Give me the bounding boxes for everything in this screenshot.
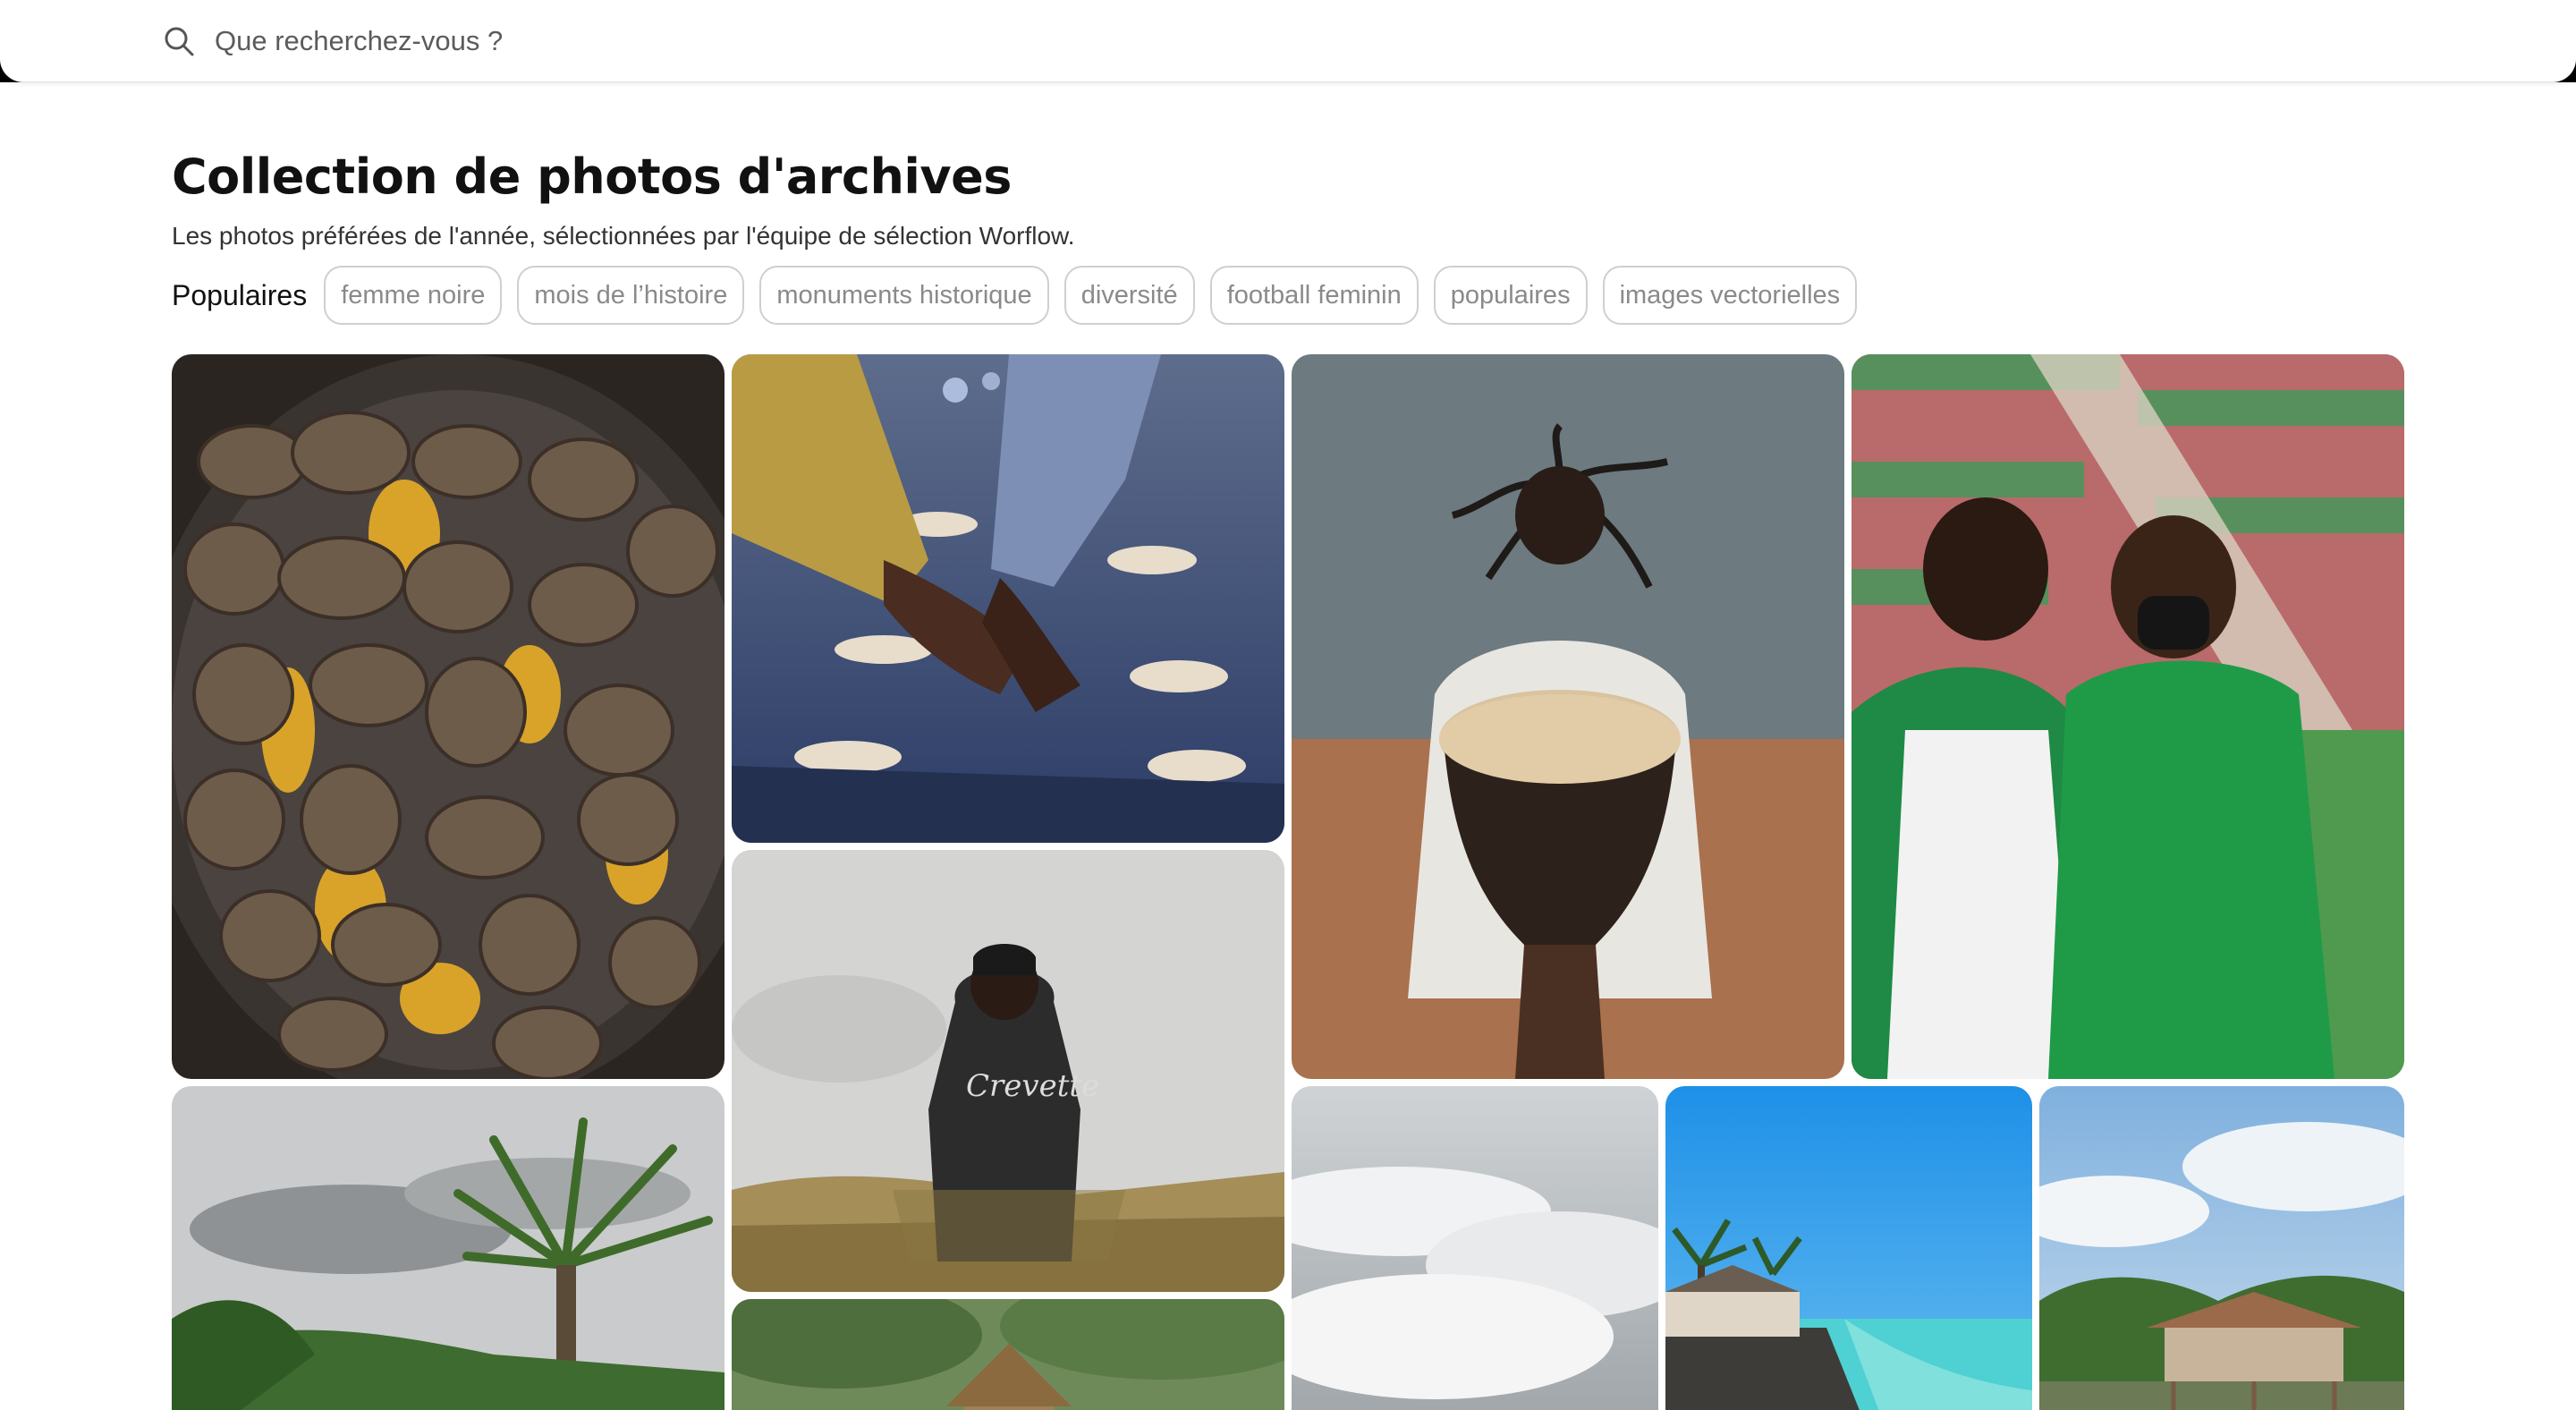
page-title: Collection de photos d'archives	[172, 149, 1012, 205]
hut-image	[732, 1299, 1284, 1410]
handshake-image	[732, 354, 1284, 843]
photo-clouds[interactable]	[1292, 1086, 1658, 1410]
search-icon[interactable]	[161, 23, 197, 59]
hoodie-print: Crevette	[966, 1068, 1099, 1104]
beach-image	[1665, 1086, 2032, 1410]
photo-man-in-fog[interactable]: Crevette	[732, 850, 1284, 1292]
djembe-image	[1292, 354, 1844, 1079]
palm-trees-image	[172, 1086, 724, 1410]
pavilion-image	[2039, 1086, 2404, 1410]
tag-images-vectorielles[interactable]: images vectorielles	[1602, 266, 1858, 325]
photo-djembe-player[interactable]	[1292, 354, 1844, 1079]
football-image	[1852, 354, 2404, 1079]
photo-pavilion[interactable]	[2039, 1086, 2404, 1410]
tag-football-feminin[interactable]: football feminin	[1209, 266, 1419, 325]
popular-tags-row: Populaires femme noire mois de l’histoir…	[172, 265, 1858, 326]
page-subtitle: Les photos préférées de l'année, sélecti…	[172, 222, 1075, 250]
clouds-image	[1292, 1086, 1658, 1410]
tag-monuments-historique[interactable]: monuments historique	[759, 266, 1049, 325]
tag-mois-histoire[interactable]: mois de l’histoire	[517, 266, 745, 325]
photo-tropical-beach[interactable]	[1665, 1086, 2032, 1410]
photo-thatched-hut[interactable]	[732, 1299, 1284, 1410]
search-input[interactable]	[215, 16, 1288, 66]
page: Collection de photos d'archives Les phot…	[0, 0, 2576, 1410]
photo-palm-trees[interactable]	[172, 1086, 724, 1410]
tag-diversite[interactable]: diversité	[1063, 266, 1195, 325]
photo-football-players[interactable]	[1852, 354, 2404, 1079]
fog-image: Crevette	[732, 850, 1284, 1292]
search-header	[0, 0, 2576, 82]
potatoes-image	[172, 354, 724, 1079]
tag-femme-noire[interactable]: femme noire	[324, 266, 503, 325]
photo-handshake[interactable]	[732, 354, 1284, 843]
tag-populaires[interactable]: populaires	[1433, 266, 1588, 325]
popular-label: Populaires	[172, 278, 308, 311]
photo-potatoes-corn[interactable]	[172, 354, 724, 1079]
